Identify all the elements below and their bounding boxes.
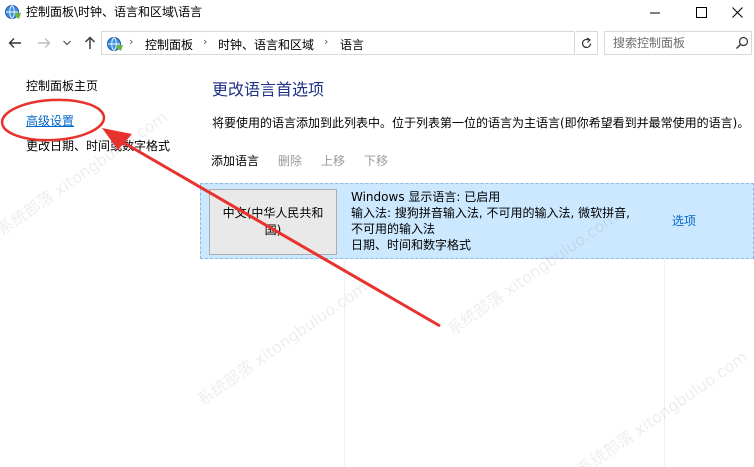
column-divider <box>664 260 665 467</box>
up-button[interactable] <box>80 32 100 54</box>
main-content: 更改语言首选项 将要使用的语言添加到此列表中。位于列表第一位的语言为主语言(即你… <box>196 60 754 467</box>
minimize-icon <box>649 12 660 13</box>
maximize-icon <box>695 6 707 18</box>
breadcrumb-language[interactable]: 语言 <box>340 36 364 53</box>
address-bar[interactable]: › 控制面板 › 时钟、语言和区域 › 语言 <box>101 31 662 55</box>
search-box[interactable] <box>604 31 752 55</box>
forward-arrow-icon <box>38 38 51 48</box>
language-info: Windows 显示语言: 已启用 输入法: 搜狗拼音输入法, 不可用的输入法,… <box>351 189 661 253</box>
date-time-format-line: 日期、时间和数字格式 <box>351 238 472 252</box>
language-list: 中文(中华人民共和国) Windows 显示语言: 已启用 输入法: 搜狗拼音输… <box>196 180 754 467</box>
up-arrow-icon <box>85 36 95 49</box>
navigation-bar: › 控制面板 › 时钟、语言和区域 › 语言 <box>0 28 754 58</box>
breadcrumb-separator[interactable]: › <box>203 35 207 48</box>
control-panel-home-link[interactable]: 控制面板主页 <box>26 77 98 94</box>
close-button[interactable] <box>720 0 754 24</box>
input-method-line-continued: 不可用的输入法 <box>351 222 436 236</box>
search-input[interactable] <box>613 35 731 51</box>
refresh-icon <box>581 37 592 48</box>
breadcrumb-separator[interactable]: › <box>324 35 328 48</box>
display-language-status: Windows 显示语言: 已启用 <box>351 190 501 204</box>
move-up-button[interactable]: 上移 <box>321 152 345 169</box>
window-title: 控制面板\时钟、语言和区域\语言 <box>26 5 203 19</box>
page-description: 将要使用的语言添加到此列表中。位于列表第一位的语言为主语言(即你希望看到并最常使… <box>212 116 750 130</box>
remove-language-button[interactable]: 删除 <box>278 152 302 169</box>
back-arrow-icon <box>8 38 21 48</box>
control-panel-globe-icon <box>5 5 21 19</box>
move-down-button[interactable]: 下移 <box>364 152 388 169</box>
recent-locations-button[interactable] <box>60 32 74 54</box>
change-date-time-format-link[interactable]: 更改日期、时间或数字格式 <box>26 137 170 154</box>
maximize-button[interactable] <box>678 0 724 24</box>
breadcrumb-clock-language-region[interactable]: 时钟、语言和区域 <box>218 36 314 53</box>
refresh-button[interactable] <box>576 31 598 55</box>
language-toolbar: 添加语言 删除 上移 下移 <box>196 150 754 172</box>
back-button[interactable] <box>5 32 25 54</box>
close-icon <box>731 6 743 18</box>
breadcrumb-control-panel[interactable]: 控制面板 <box>145 36 193 53</box>
left-navigation-pane: 控制面板主页 高级设置 更改日期、时间或数字格式 <box>0 60 196 467</box>
chevron-down-icon <box>63 40 71 46</box>
title-bar: 控制面板\时钟、语言和区域\语言 <box>0 0 754 24</box>
page-title: 更改语言首选项 <box>212 80 325 99</box>
minimize-button[interactable] <box>632 0 678 24</box>
search-icon[interactable] <box>735 36 749 50</box>
forward-button[interactable] <box>34 32 54 54</box>
advanced-settings-link[interactable]: 高级设置 <box>26 112 74 129</box>
language-options-link[interactable]: 选项 <box>672 212 696 229</box>
input-method-line: 输入法: 搜狗拼音输入法, 不可用的输入法, 微软拼音, <box>351 206 630 220</box>
column-divider <box>344 260 345 467</box>
language-name: 中文(中华人民共和国) <box>222 206 324 237</box>
control-panel-globe-icon <box>107 37 123 51</box>
add-language-button[interactable]: 添加语言 <box>211 152 259 169</box>
breadcrumb-separator[interactable]: › <box>129 35 133 48</box>
language-list-item[interactable]: 中文(中华人民共和国) Windows 显示语言: 已启用 输入法: 搜狗拼音输… <box>200 183 754 259</box>
language-name-box[interactable]: 中文(中华人民共和国) <box>209 189 337 255</box>
